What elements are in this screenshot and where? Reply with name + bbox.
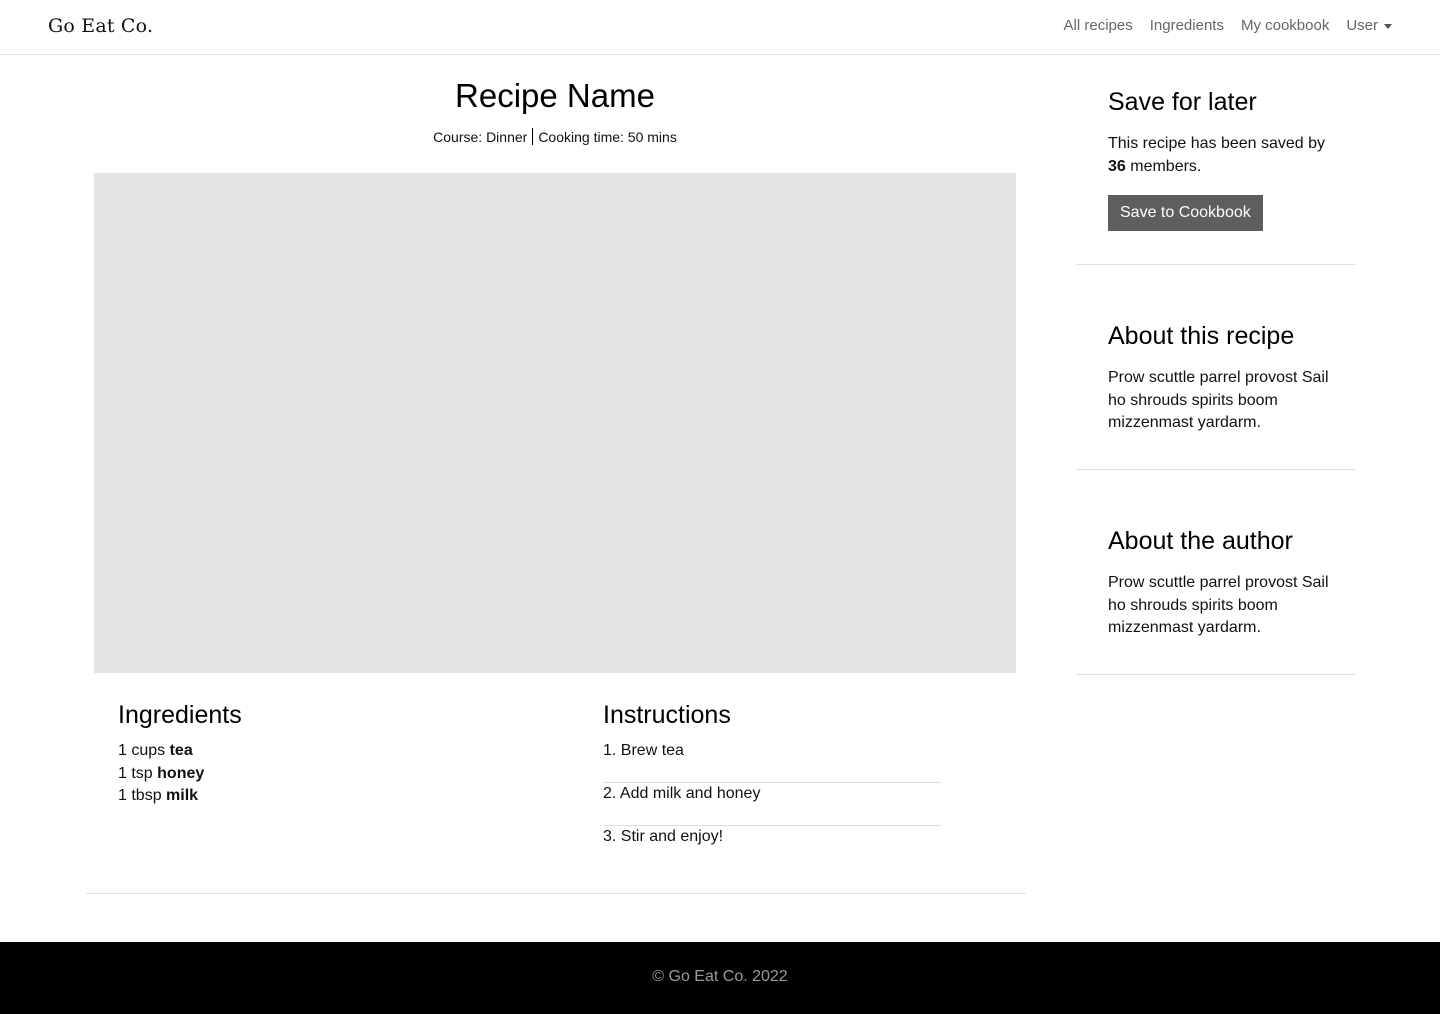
ingredient-name: honey — [157, 764, 205, 782]
recipe-image-placeholder — [94, 173, 1016, 673]
about-recipe-heading: About this recipe — [1108, 322, 1295, 350]
nav-ingredients[interactable]: Ingredients — [1150, 17, 1224, 34]
caret-down-icon — [1384, 24, 1392, 29]
main-divider — [86, 893, 1026, 894]
recipe-meta: Course: Dinner Cooking time: 50 mins — [94, 128, 1016, 145]
about-author-heading: About the author — [1108, 527, 1293, 555]
ingredient-name: milk — [166, 787, 199, 804]
user-menu-dropdown[interactable]: User — [1346, 17, 1392, 34]
brand-logo[interactable]: Go Eat Co. — [48, 15, 153, 37]
recipe-cooking-time: Cooking time: 50 mins — [538, 129, 677, 145]
instructions-list: 1. Brew tea 2. Add milk and honey 3. Sti… — [603, 740, 941, 869]
about-recipe-card: About this recipe Prow scuttle parrel pr… — [1076, 322, 1355, 470]
recipe-course: Course: Dinner — [433, 129, 528, 145]
instructions-heading: Instructions — [603, 701, 731, 729]
meta-divider — [532, 128, 534, 145]
about-author-body: Prow scuttle parrel provost Sail ho shro… — [1108, 574, 1329, 636]
ingredient-qty: 1 tsp — [118, 764, 153, 782]
about-author-card: About the author Prow scuttle parrel pro… — [1076, 527, 1355, 675]
recipe-title: Recipe Name — [455, 77, 655, 114]
ingredients-list: 1 cups tea 1 tsp honey 1 tbsp milk — [118, 740, 538, 808]
save-for-later-card: Save for later This recipe has been save… — [1076, 88, 1355, 265]
main-nav: All recipes Ingredients My cookbook User — [1064, 17, 1392, 34]
save-to-cookbook-button[interactable]: Save to Cookbook — [1108, 195, 1263, 231]
ingredient-qty: 1 tbsp — [118, 787, 162, 804]
about-recipe-body: Prow scuttle parrel provost Sail ho shro… — [1108, 369, 1329, 431]
nav-my-cookbook[interactable]: My cookbook — [1241, 17, 1329, 34]
ingredient-item: 1 tsp honey — [118, 763, 538, 786]
instructions-section: Instructions 1. Brew tea 2. Add milk and… — [603, 701, 941, 869]
saved-count: 36 — [1108, 157, 1126, 175]
instruction-step: 1. Brew tea — [603, 740, 941, 783]
ingredient-item: 1 tbsp milk — [118, 785, 538, 808]
saved-count-text: This recipe has been saved by 36 members… — [1108, 133, 1343, 178]
saved-text-after: members. — [1130, 157, 1202, 175]
ingredient-item: 1 cups tea — [118, 740, 538, 763]
ingredients-heading: Ingredients — [118, 701, 242, 729]
ingredient-qty: 1 cups — [118, 742, 166, 759]
ingredient-name: tea — [169, 742, 193, 759]
footer-copyright: © Go Eat Co. 2022 — [652, 968, 788, 985]
nav-all-recipes[interactable]: All recipes — [1064, 17, 1133, 34]
user-menu-label: User — [1346, 17, 1378, 34]
page-footer: © Go Eat Co. 2022 — [0, 942, 1440, 1014]
saved-text-before: This recipe has been saved by — [1108, 135, 1326, 152]
instruction-step: 3. Stir and enjoy! — [603, 828, 724, 845]
save-heading: Save for later — [1108, 88, 1257, 116]
ingredients-section: Ingredients 1 cups tea 1 tsp honey 1 tbs… — [118, 701, 538, 808]
top-navbar: Go Eat Co. All recipes Ingredients My co… — [0, 0, 1440, 55]
instruction-step: 2. Add milk and honey — [603, 783, 941, 826]
